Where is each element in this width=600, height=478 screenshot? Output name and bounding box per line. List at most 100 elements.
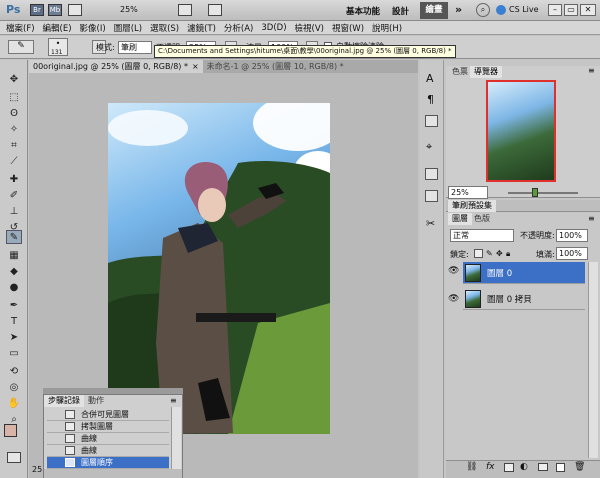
brush-panel-icon[interactable]: [425, 168, 438, 180]
layers-panel-menu-icon[interactable]: ≡: [588, 214, 595, 223]
healing-brush-tool-icon[interactable]: ✚: [6, 172, 22, 186]
restore-button[interactable]: ▭: [564, 4, 578, 16]
crop-tool-icon[interactable]: ⌗: [6, 138, 22, 152]
dodge-tool-icon[interactable]: ●: [6, 280, 22, 294]
fill-field[interactable]: 100%: [556, 247, 588, 260]
lock-transparent-icon[interactable]: [474, 249, 483, 258]
eyedropper-tool-icon[interactable]: ⟋: [6, 154, 22, 168]
foreground-color-swatch[interactable]: [4, 424, 17, 437]
shape-tool-icon[interactable]: ▭: [6, 346, 22, 360]
zoom-level[interactable]: 25%: [120, 5, 138, 14]
history-item-duplicate-layer[interactable]: 拷製圖層: [47, 421, 169, 433]
character-panel-icon[interactable]: A: [426, 72, 434, 85]
search-icon[interactable]: ⌕: [476, 3, 490, 17]
menu-analysis[interactable]: 分析(A): [224, 22, 253, 34]
close-button[interactable]: ✕: [580, 4, 596, 16]
quick-mask-icon[interactable]: [7, 452, 21, 463]
workspace-essentials[interactable]: 基本功能: [346, 5, 380, 17]
hand-tool-icon[interactable]: ✋: [6, 396, 22, 410]
layer-visibility-eye-icon[interactable]: 👁︎: [448, 266, 459, 276]
clone-stamp-tool-icon[interactable]: ⊥: [6, 204, 22, 218]
close-tab-icon[interactable]: ×: [191, 60, 203, 73]
lasso-tool-icon[interactable]: ʘ: [6, 106, 22, 120]
tab-actions[interactable]: 動作: [84, 395, 108, 407]
lock-position-icon[interactable]: ✥: [496, 249, 503, 258]
tab-channels[interactable]: 色版: [470, 213, 494, 225]
bridge-icon[interactable]: Br: [30, 4, 44, 16]
lock-all-icon[interactable]: 🔒︎: [506, 249, 510, 259]
history-scrollbar[interactable]: [171, 407, 181, 469]
tab-navigator[interactable]: 導覽器: [470, 66, 502, 78]
new-group-icon[interactable]: [538, 463, 548, 471]
brush-tool-icon-small[interactable]: ✐: [6, 188, 22, 202]
quick-select-tool-icon[interactable]: ✧: [6, 122, 22, 136]
minimize-button[interactable]: –: [548, 4, 562, 16]
brush-tool-icon[interactable]: ✎: [6, 230, 22, 244]
tool-presets-panel-icon[interactable]: ✂: [426, 217, 435, 230]
tab-layers[interactable]: 圖層: [448, 213, 472, 225]
paragraph-panel-icon[interactable]: ¶: [427, 93, 434, 106]
workspace-painting[interactable]: 繪畫: [420, 2, 448, 19]
history-item-curves-1[interactable]: 曲線: [47, 433, 169, 445]
layers-scrollbar[interactable]: [588, 262, 598, 458]
navigator-panel-menu-icon[interactable]: ≡: [588, 66, 595, 75]
navigator-zoom-slider[interactable]: [508, 192, 578, 194]
menu-select[interactable]: 選取(S): [150, 22, 179, 34]
layer-mask-icon[interactable]: [504, 463, 514, 472]
menu-help[interactable]: 說明(H): [372, 22, 402, 34]
tab-history[interactable]: 步驟記錄: [44, 395, 84, 407]
tab-brush-presets[interactable]: 筆刷預設集: [448, 200, 496, 212]
3d-rotate-tool-icon[interactable]: ⟲: [6, 364, 22, 378]
type-tool-icon[interactable]: T: [6, 314, 22, 328]
tab-untitled-1[interactable]: 未命名-1 @ 25% (圖層 10, RGB/8) *: [203, 60, 348, 73]
3d-panel-icon[interactable]: ⌖: [426, 140, 432, 154]
lock-image-icon[interactable]: ✎: [486, 249, 493, 258]
clone-source-panel-icon[interactable]: [425, 115, 438, 127]
layer-row-0[interactable]: 圖層 0: [463, 262, 585, 284]
navigator-zoom-handle[interactable]: [532, 188, 538, 197]
path-select-tool-icon[interactable]: ➤: [6, 330, 22, 344]
menu-3d[interactable]: 3D(D): [261, 23, 286, 33]
canvas-photo[interactable]: [108, 103, 330, 434]
gradient-tool-icon[interactable]: ▦: [6, 248, 22, 262]
pen-tool-icon[interactable]: ✒: [6, 298, 22, 312]
layer-style-icon[interactable]: fx: [486, 462, 495, 472]
history-item-merge-visible[interactable]: 合併可見圖層: [47, 409, 169, 421]
more-workspaces-icon[interactable]: »: [455, 3, 462, 16]
arrange-documents-icon[interactable]: [178, 4, 192, 16]
history-item-curves-2[interactable]: 曲線: [47, 445, 169, 457]
layer-opacity-field[interactable]: 100%: [556, 229, 588, 242]
workspace-design[interactable]: 設計: [392, 5, 409, 17]
blend-mode-select[interactable]: 正常: [450, 229, 514, 242]
blur-tool-icon[interactable]: ◆: [6, 264, 22, 278]
menu-edit[interactable]: 編輯(E): [43, 22, 72, 34]
mode-select[interactable]: 筆刷: [118, 41, 152, 54]
navigator-zoom-field[interactable]: 25%: [448, 186, 488, 199]
marquee-tool-icon[interactable]: ⬚: [6, 90, 22, 104]
history-item-layer-order[interactable]: 圖層順序: [47, 457, 169, 469]
adjustment-layer-icon[interactable]: ◐: [520, 462, 528, 472]
menu-image[interactable]: 影像(I): [80, 22, 106, 34]
tab-swatches[interactable]: 色票: [448, 66, 472, 78]
menu-file[interactable]: 檔案(F): [6, 22, 35, 34]
3d-orbit-tool-icon[interactable]: ◎: [6, 380, 22, 394]
actions-panel-icon[interactable]: [425, 190, 438, 202]
brush-tool-preset-icon[interactable]: ✎: [8, 40, 34, 54]
layer-visibility-eye-icon[interactable]: 👁︎: [448, 294, 459, 304]
view-extras-icon[interactable]: [68, 4, 82, 16]
tab-00original[interactable]: 00original.jpg @ 25% (圖層 0, RGB/8) *: [29, 60, 192, 73]
delete-layer-icon[interactable]: 🗑︎: [574, 462, 585, 472]
screen-mode-icon[interactable]: [208, 4, 222, 16]
cs-live-button[interactable]: CS Live: [509, 5, 539, 14]
minibridge-icon[interactable]: Mb: [48, 4, 62, 16]
menu-view[interactable]: 檢視(V): [295, 22, 324, 34]
layer-row-copy[interactable]: 圖層 0 拷貝: [463, 288, 585, 310]
link-layers-icon[interactable]: ⛓: [466, 462, 477, 472]
menu-layer[interactable]: 圖層(L): [114, 22, 142, 34]
menu-window[interactable]: 視窗(W): [332, 22, 364, 34]
move-tool-icon[interactable]: ✥: [6, 72, 22, 86]
new-layer-icon[interactable]: [556, 463, 565, 472]
history-panel-menu-icon[interactable]: ≡: [170, 396, 177, 405]
status-zoom[interactable]: 25: [32, 465, 42, 474]
menu-filter[interactable]: 濾鏡(T): [187, 22, 216, 34]
